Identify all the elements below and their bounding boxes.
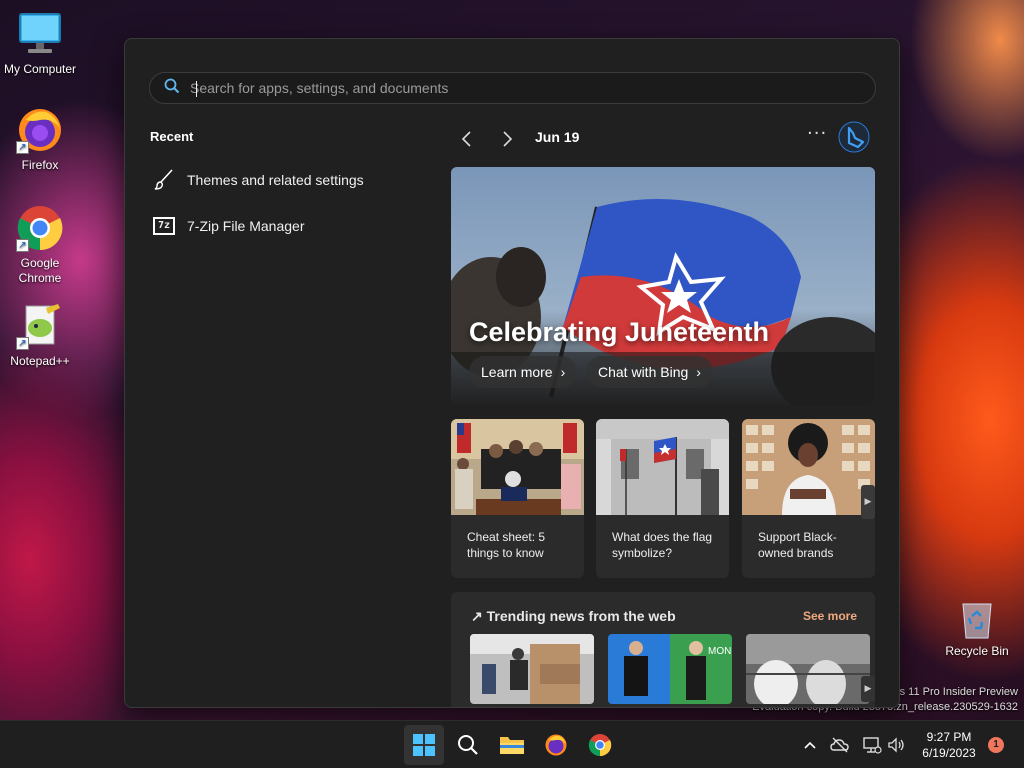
trending-title: ↗ Trending news from the web (471, 608, 676, 625)
network-icon (863, 737, 882, 754)
start-button[interactable] (404, 725, 444, 765)
start-menu: Recent Themes and related settings 7z 7-… (124, 38, 900, 708)
speaker-icon (888, 737, 904, 753)
search-icon (164, 78, 180, 98)
7zip-icon: 7z (153, 217, 175, 235)
search-icon (458, 735, 478, 755)
trending-next-button[interactable]: ▶ (861, 676, 875, 702)
recycle-bin-label: Recycle Bin (945, 644, 1009, 658)
chat-with-bing-button[interactable]: Chat with Bing › (586, 356, 713, 388)
news-card[interactable]: Cheat sheet: 5 things to know (451, 419, 584, 578)
taskbar: 9:27 PM 6/19/2023 1 (0, 720, 1024, 768)
trending-up-icon: ↗ (471, 608, 483, 624)
news-thumbnail (451, 419, 584, 515)
notification-badge[interactable]: 1 (988, 737, 1004, 753)
file-explorer-button[interactable] (492, 725, 532, 765)
news-caption: Cheat sheet: 5 things to know (467, 530, 546, 560)
chevron-right-icon: › (560, 364, 566, 380)
desktop-icon-label: My Computer (3, 62, 77, 76)
start-icon (413, 734, 435, 756)
shortcut-arrow-icon: ↗ (16, 141, 29, 154)
recent-item-themes[interactable]: Themes and related settings (153, 164, 433, 196)
chevron-up-icon (804, 741, 816, 749)
news-caption: Support Black-owned brands (758, 530, 837, 560)
hero-title: Celebrating Juneteenth (469, 317, 770, 347)
volume-button[interactable] (886, 735, 906, 755)
search-input[interactable] (190, 80, 830, 96)
desktop-icon-firefox[interactable]: ↗ Firefox (0, 106, 80, 172)
text-caret (196, 81, 197, 97)
desktop-icon-chrome[interactable]: ↗ Google Chrome (0, 204, 80, 286)
bing-button[interactable] (838, 121, 870, 153)
svg-text:MON: MON (708, 646, 731, 657)
trending-thumbnail[interactable]: MON (608, 634, 732, 704)
firefox-taskbar-button[interactable] (536, 725, 576, 765)
news-card[interactable]: Support Black-owned brands (742, 419, 875, 578)
computer-icon (16, 10, 64, 58)
file-explorer-icon (500, 737, 524, 754)
recycle-bin-icon (957, 598, 997, 640)
shortcut-arrow-icon: ↗ (16, 337, 29, 350)
chevron-right-icon (503, 131, 513, 147)
trending-thumbnail[interactable] (746, 634, 870, 704)
news-caption: What does the flag symbolize? (612, 530, 713, 560)
hero-card[interactable]: Celebrating Juneteenth Learn more › Chat… (451, 167, 875, 406)
brush-icon (153, 168, 175, 193)
recent-section-title: Recent (150, 129, 194, 144)
trending-section: ↗ Trending news from the web See more MO… (451, 592, 875, 707)
news-thumbnail (596, 419, 729, 515)
learn-more-label: Learn more (481, 364, 553, 380)
feed-date: Jun 19 (535, 129, 580, 145)
chrome-icon: ↗ (16, 204, 64, 252)
desktop-icon-my-computer[interactable]: My Computer (0, 10, 80, 76)
chat-with-bing-label: Chat with Bing (598, 364, 689, 380)
watermark-line-1: s 11 Pro Insider Preview (899, 686, 1018, 698)
triangle-right-icon: ▶ (864, 497, 872, 507)
trending-thumbnail[interactable] (470, 634, 594, 704)
chevron-right-icon: › (696, 364, 701, 380)
bing-icon (838, 121, 870, 153)
onedrive-button[interactable] (830, 735, 850, 755)
notepadpp-icon: ↗ (16, 302, 64, 350)
recent-item-label: Themes and related settings (187, 172, 364, 188)
desktop-icon-label: Firefox (21, 158, 59, 172)
clock-date: 6/19/2023 (922, 746, 976, 760)
desktop-icon-notepadpp[interactable]: ↗ Notepad++ (0, 302, 80, 368)
firefox-icon: ↗ (16, 106, 64, 154)
search-box[interactable] (149, 72, 876, 104)
cards-next-button[interactable]: ▶ (861, 485, 875, 519)
see-more-link[interactable]: See more (803, 609, 857, 623)
show-hidden-icons-button[interactable] (800, 735, 820, 755)
chrome-taskbar-button[interactable] (580, 725, 620, 765)
more-options-button[interactable]: ··· (807, 123, 827, 144)
recent-item-label: 7-Zip File Manager (187, 218, 305, 234)
desktop-icon-recycle-bin[interactable]: Recycle Bin (940, 598, 1014, 658)
chevron-left-icon (461, 131, 471, 147)
recent-item-7zip[interactable]: 7z 7-Zip File Manager (153, 210, 433, 242)
firefox-icon (545, 734, 567, 756)
learn-more-button[interactable]: Learn more › (469, 356, 578, 388)
taskbar-search-button[interactable] (448, 725, 488, 765)
trending-title-text: Trending news from the web (486, 608, 676, 624)
news-thumbnail (742, 419, 875, 515)
next-day-button[interactable] (495, 127, 519, 151)
clock-time: 9:27 PM (926, 730, 972, 744)
chrome-icon (588, 734, 612, 757)
desktop-icon-label: Google Chrome (18, 256, 62, 285)
triangle-right-icon: ▶ (864, 684, 872, 694)
taskbar-clock[interactable]: 9:27 PM 6/19/2023 (912, 729, 986, 761)
previous-day-button[interactable] (455, 127, 479, 151)
shortcut-arrow-icon: ↗ (16, 239, 29, 252)
news-card[interactable]: What does the flag symbolize? (596, 419, 729, 578)
cloud-off-icon (830, 737, 849, 753)
desktop-icon-label: Notepad++ (10, 354, 70, 368)
network-button[interactable] (862, 735, 882, 755)
